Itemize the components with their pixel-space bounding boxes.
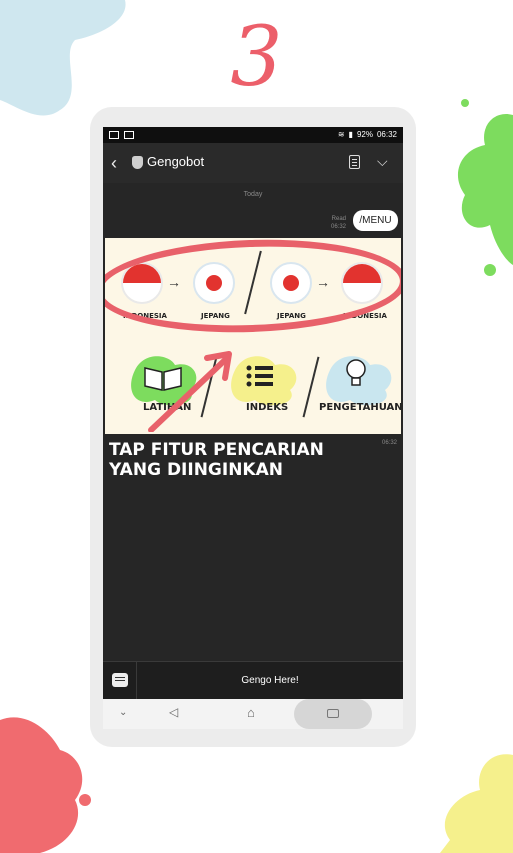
- read-time: 06:32: [331, 224, 347, 230]
- highlight-circle: [105, 238, 401, 338]
- battery-percent: 92%: [356, 130, 373, 139]
- read-receipt: Read 06:32: [331, 215, 346, 231]
- keyboard-icon[interactable]: [112, 673, 128, 687]
- divider-slash: [302, 356, 320, 418]
- shield-icon: [132, 156, 143, 169]
- clock: 06:32: [376, 130, 397, 139]
- activity-notification-icon: [124, 131, 134, 139]
- yellow-splash-decoration: [440, 754, 513, 853]
- back-triangle-icon[interactable]: ◁: [169, 705, 178, 719]
- notes-icon[interactable]: [349, 155, 360, 169]
- back-arrow-icon[interactable]: ‹: [111, 153, 117, 173]
- message-time: 06:32: [382, 440, 398, 446]
- step-number: 3: [230, 10, 283, 105]
- wifi-icon: ≋: [337, 130, 345, 139]
- input-bar: Gengo Here!: [103, 661, 403, 699]
- menu-indeks[interactable]: INDEKS: [246, 402, 288, 413]
- chat-header: ‹ Gengobot ⌵: [103, 143, 403, 183]
- user-message-bubble[interactable]: /MENU: [353, 210, 398, 231]
- signal-icon: ▮: [348, 130, 353, 139]
- android-nav-bar: ⌄ ◁ ⌂: [103, 699, 403, 729]
- caption-line-2: YANG DIINGINKAN: [109, 460, 283, 480]
- phone-screen: ≋ ▮ 92% 06:32 ‹ Gengobot ⌵ Today Read 06…: [103, 127, 403, 699]
- menu-pengetahuan[interactable]: PENGETAHUAN: [319, 402, 401, 413]
- home-icon[interactable]: ⌂: [247, 705, 255, 720]
- pointer-arrow-icon: [148, 351, 232, 432]
- hide-keyboard-icon[interactable]: ⌄: [119, 707, 127, 718]
- chat-title[interactable]: Gengobot: [147, 154, 204, 169]
- lightbulb-icon[interactable]: [343, 356, 369, 390]
- menu-card[interactable]: → → INDONESIA JEPANG JEPANG INDONESIA LA…: [105, 238, 401, 434]
- green-splash-decoration: [457, 99, 513, 276]
- read-label: Read: [331, 216, 347, 222]
- instruction-caption: TAP FITUR PENCARIAN YANG DIINGINKAN: [109, 440, 349, 480]
- caption-line-1: TAP FITUR PENCARIAN: [109, 440, 324, 460]
- image-notification-icon: [109, 131, 119, 139]
- recents-icon[interactable]: [327, 709, 339, 718]
- date-separator: Today: [243, 191, 263, 198]
- list-icon[interactable]: [245, 364, 275, 388]
- status-bar: ≋ ▮ 92% 06:32: [103, 127, 403, 143]
- menu-input-button[interactable]: Gengo Here!: [137, 662, 403, 699]
- chevron-down-icon[interactable]: ⌵: [377, 153, 388, 170]
